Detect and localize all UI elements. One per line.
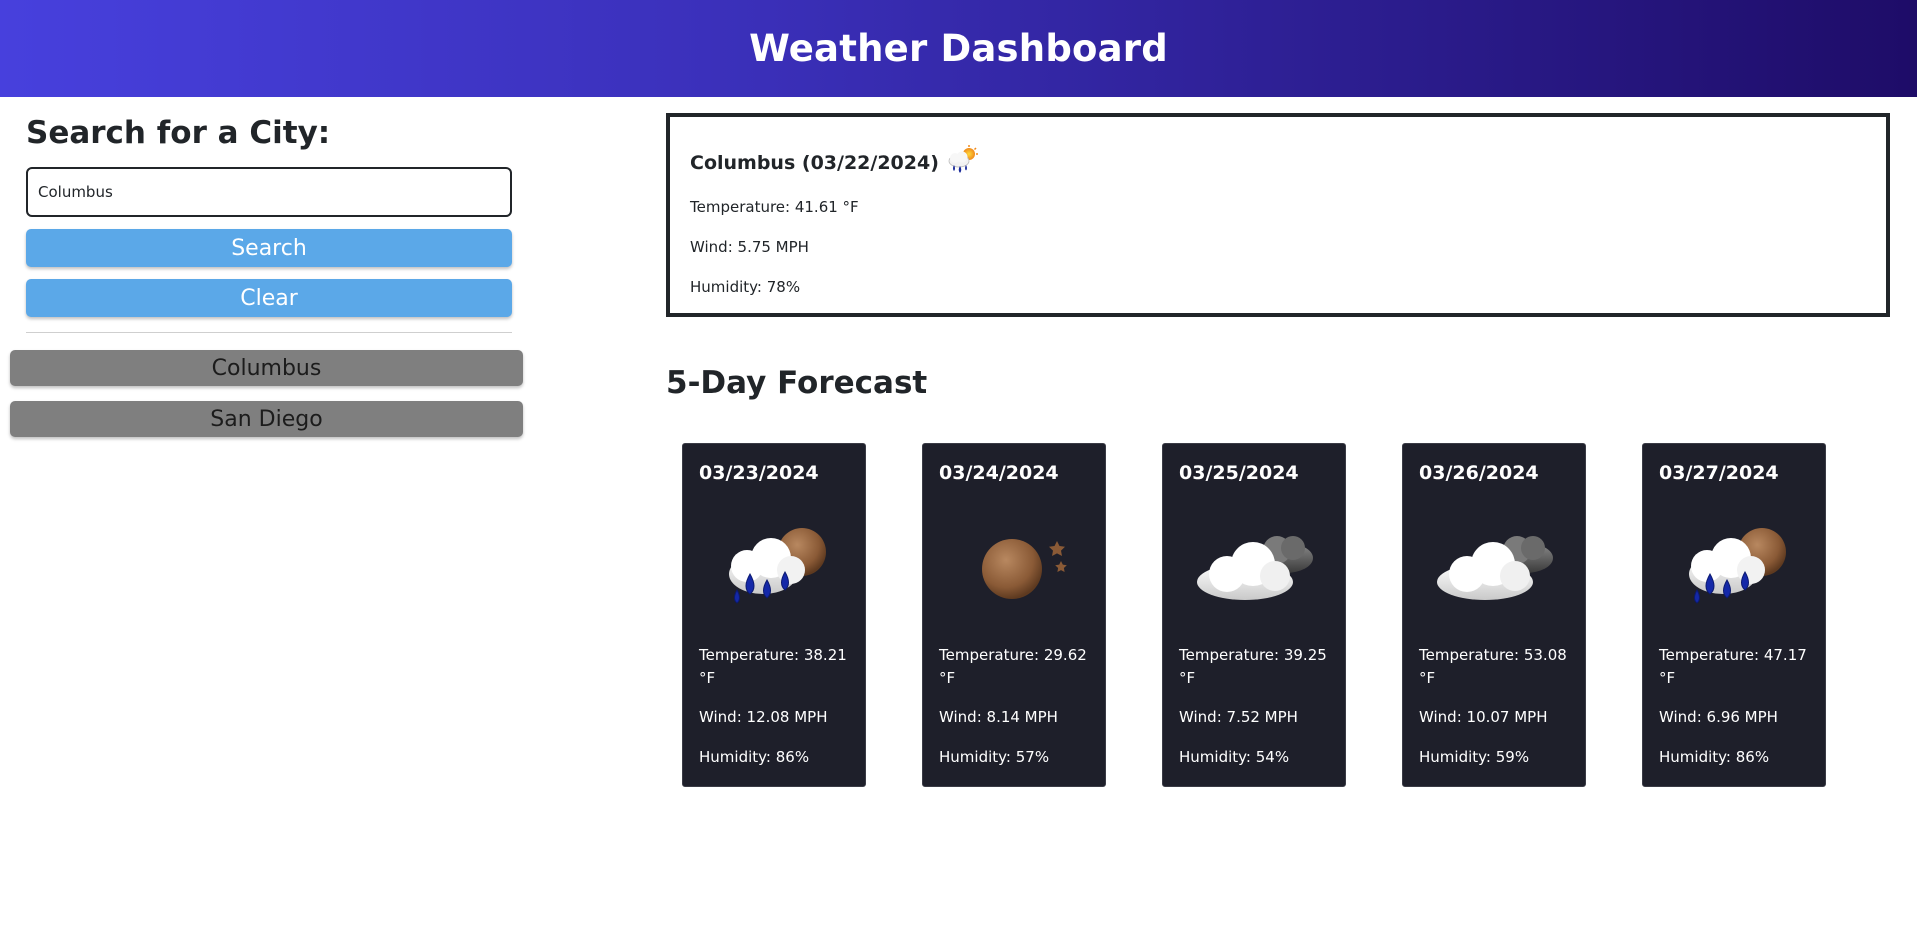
current-humidity: Humidity: 78% [690,278,801,296]
forecast-card: 03/23/2024 Temperature: 38.21 °F Wind: 1… [682,443,866,787]
forecast-date: 03/25/2024 [1179,462,1299,484]
rain-cloud-moon-icon [1665,514,1805,614]
forecast-temperature: Temperature: 29.62 °F [939,646,1087,687]
history-city-button[interactable]: San Diego [10,401,523,437]
clear-button[interactable]: Clear [26,279,512,317]
forecast-humidity: Humidity: 57% [939,748,1050,766]
current-wind: Wind: 5.75 MPH [690,238,809,256]
forecast-title: 5-Day Forecast [666,365,928,401]
app-header: Weather Dashboard [0,0,1917,97]
history-city-button[interactable]: Columbus [10,350,523,386]
forecast-wind: Wind: 6.96 MPH [1659,708,1778,726]
forecast-wind: Wind: 12.08 MPH [699,708,828,726]
rain-cloud-moon-icon [705,514,845,614]
forecast-temperature: Temperature: 47.17 °F [1659,646,1807,687]
current-city-date: Columbus (03/22/2024) [690,151,939,174]
forecast-card: 03/26/2024 Temperature: 53.08 °F Wind: 1… [1402,443,1586,787]
city-search-input[interactable] [26,167,512,217]
forecast-date: 03/26/2024 [1419,462,1539,484]
current-weather-title: Columbus (03/22/2024) [690,145,979,180]
forecast-card: 03/24/2024 Temperature: 29.62 °F Wind: 8… [922,443,1106,787]
current-weather-card: Columbus (03/22/2024) Temperature: 41.61… [666,113,1890,317]
forecast-date: 03/24/2024 [939,462,1059,484]
clear-night-moon-icon [945,514,1085,614]
forecast-temperature: Temperature: 38.21 °F [699,646,847,687]
forecast-date: 03/27/2024 [1659,462,1779,484]
forecast-wind: Wind: 8.14 MPH [939,708,1058,726]
forecast-card: 03/27/2024 Temperature: 47.17 °F Wind: 6… [1642,443,1826,787]
search-title: Search for a City: [26,115,331,151]
search-button[interactable]: Search [26,229,512,267]
forecast-card: 03/25/2024 Temperature: 39.25 °F Wind: 7… [1162,443,1346,787]
divider [26,332,512,333]
forecast-date: 03/23/2024 [699,462,819,484]
forecast-humidity: Humidity: 86% [699,748,810,766]
forecast-temperature: Temperature: 53.08 °F [1419,646,1567,687]
forecast-wind: Wind: 10.07 MPH [1419,708,1548,726]
rain-cloud-sun-icon [945,145,979,180]
forecast-humidity: Humidity: 59% [1419,748,1530,766]
forecast-wind: Wind: 7.52 MPH [1179,708,1298,726]
broken-clouds-icon [1185,514,1325,614]
broken-clouds-icon [1425,514,1565,614]
current-temperature: Temperature: 41.61 °F [690,198,859,216]
forecast-humidity: Humidity: 54% [1179,748,1290,766]
forecast-temperature: Temperature: 39.25 °F [1179,646,1327,687]
sidebar: Search for a City: Search Clear Columbus… [0,97,540,939]
page-title: Weather Dashboard [749,27,1168,70]
forecast-humidity: Humidity: 86% [1659,748,1770,766]
